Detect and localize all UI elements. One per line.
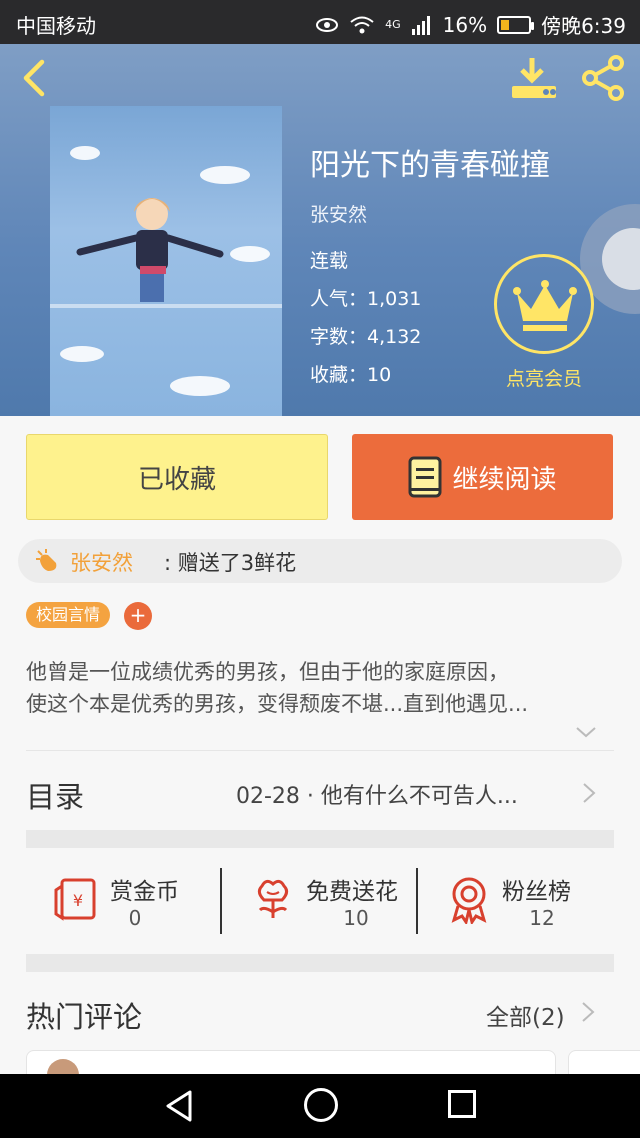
fan-ranking-stat[interactable]: 粉丝榜 12: [418, 848, 614, 954]
book-word-count: 字数：4,132: [310, 326, 422, 348]
signal-icon: [411, 15, 430, 35]
vip-label: 点亮会员: [505, 368, 582, 390]
system-nav-bar: [0, 1074, 640, 1138]
book-cover[interactable]: [50, 106, 282, 416]
description-line-1: 他曾是一位成绩优秀的男孩，但由于他的家庭原因，: [26, 660, 509, 684]
free-flowers-value: 10: [343, 906, 369, 930]
book-popularity: 人气：1,031: [310, 288, 422, 310]
vip-badge[interactable]: 点亮会员: [492, 254, 596, 390]
book-favorites: 收藏：10: [310, 364, 392, 386]
flower-icon: [257, 879, 289, 918]
continue-reading-button[interactable]: 继续阅读: [352, 434, 613, 520]
reward-coins-label: 赏金币: [110, 879, 179, 905]
description-line-2: 使这个本是优秀的男孩，变得颓废不堪...直到他遇见...: [26, 692, 529, 716]
section-spacer: [26, 954, 614, 972]
red-envelope-icon: ¥: [54, 878, 96, 921]
reward-coins-stat[interactable]: ¥ 赏金币 0: [26, 848, 222, 954]
nav-back-icon[interactable]: [162, 1088, 198, 1124]
hot-comments-header: 热门评论 全部(2): [0, 988, 640, 1038]
favorited-button[interactable]: 已收藏: [26, 434, 328, 520]
book-description[interactable]: 他曾是一位成绩优秀的男孩，但由于他的家庭原因， 使这个本是优秀的男孩，变得颓废不…: [26, 656, 616, 720]
chevron-down-icon[interactable]: [574, 722, 598, 742]
nav-home-icon[interactable]: [304, 1088, 338, 1122]
book-icon: [408, 456, 442, 498]
carrier-name: 中国移动: [16, 14, 96, 38]
gift-sender[interactable]: 张安然: [70, 547, 133, 577]
reward-coins-value: 0: [128, 906, 142, 930]
chevron-right-icon[interactable]: [578, 1000, 598, 1024]
book-status: 连载: [310, 250, 349, 272]
clap-icon: [36, 549, 57, 571]
hot-comments-title: 热门评论: [26, 1000, 143, 1034]
gift-message: : 赠送了3鲜花: [164, 551, 297, 575]
battery-icon: [497, 15, 535, 34]
section-spacer: [26, 830, 614, 848]
all-comments-link[interactable]: 全部(2): [486, 998, 565, 1032]
free-flowers-stat[interactable]: 免费送花 10: [222, 848, 418, 954]
chevron-right-icon: [583, 783, 596, 803]
network-type: 4G: [385, 18, 401, 31]
share-icon[interactable]: [578, 54, 630, 102]
status-bar: 中国移动 4G 16% 傍晚6:39: [0, 0, 640, 44]
nav-recents-icon[interactable]: [448, 1090, 476, 1118]
battery-percent: 16%: [442, 12, 488, 37]
divider: [26, 750, 614, 751]
genre-tag[interactable]: 校园言情: [26, 602, 111, 628]
latest-chapter: 02-28 · 他有什么不可告人...: [236, 784, 518, 809]
fan-ranking-label: 粉丝榜: [502, 879, 571, 905]
eye-icon: [316, 17, 339, 32]
book-author[interactable]: 张安然: [310, 200, 367, 227]
continue-reading-label: 继续阅读: [452, 464, 557, 495]
medal-icon: [451, 877, 487, 924]
wifi-icon: [350, 16, 374, 33]
svg-text:¥: ¥: [73, 891, 83, 910]
book-title: 阳光下的青春碰撞: [310, 148, 550, 183]
free-flowers-label: 免费送花: [306, 879, 398, 905]
add-tag-button[interactable]: +: [124, 602, 152, 630]
crown-icon: [513, 280, 577, 331]
clock: 傍晚6:39: [541, 14, 626, 38]
favorited-label: 已收藏: [137, 464, 216, 495]
gift-notice: 张安然 : 赠送了3鲜花: [18, 539, 622, 583]
fan-ranking-value: 12: [529, 906, 555, 930]
download-icon[interactable]: [508, 54, 562, 102]
catalog-label: 目录: [26, 780, 85, 814]
book-header: 阳光下的青春碰撞 张安然 连载 人气：1,031 字数：4,132 收藏：10 …: [0, 44, 640, 416]
stats-row: ¥ 赏金币 0 免费送花 10 粉丝榜 12: [26, 848, 614, 954]
cover-illustration: [76, 198, 224, 302]
catalog-row[interactable]: 目录 02-28 · 他有什么不可告人...: [0, 752, 640, 832]
status-icons: 4G 16% 傍晚6:39: [315, 10, 626, 39]
back-arrow-icon[interactable]: [14, 56, 58, 100]
